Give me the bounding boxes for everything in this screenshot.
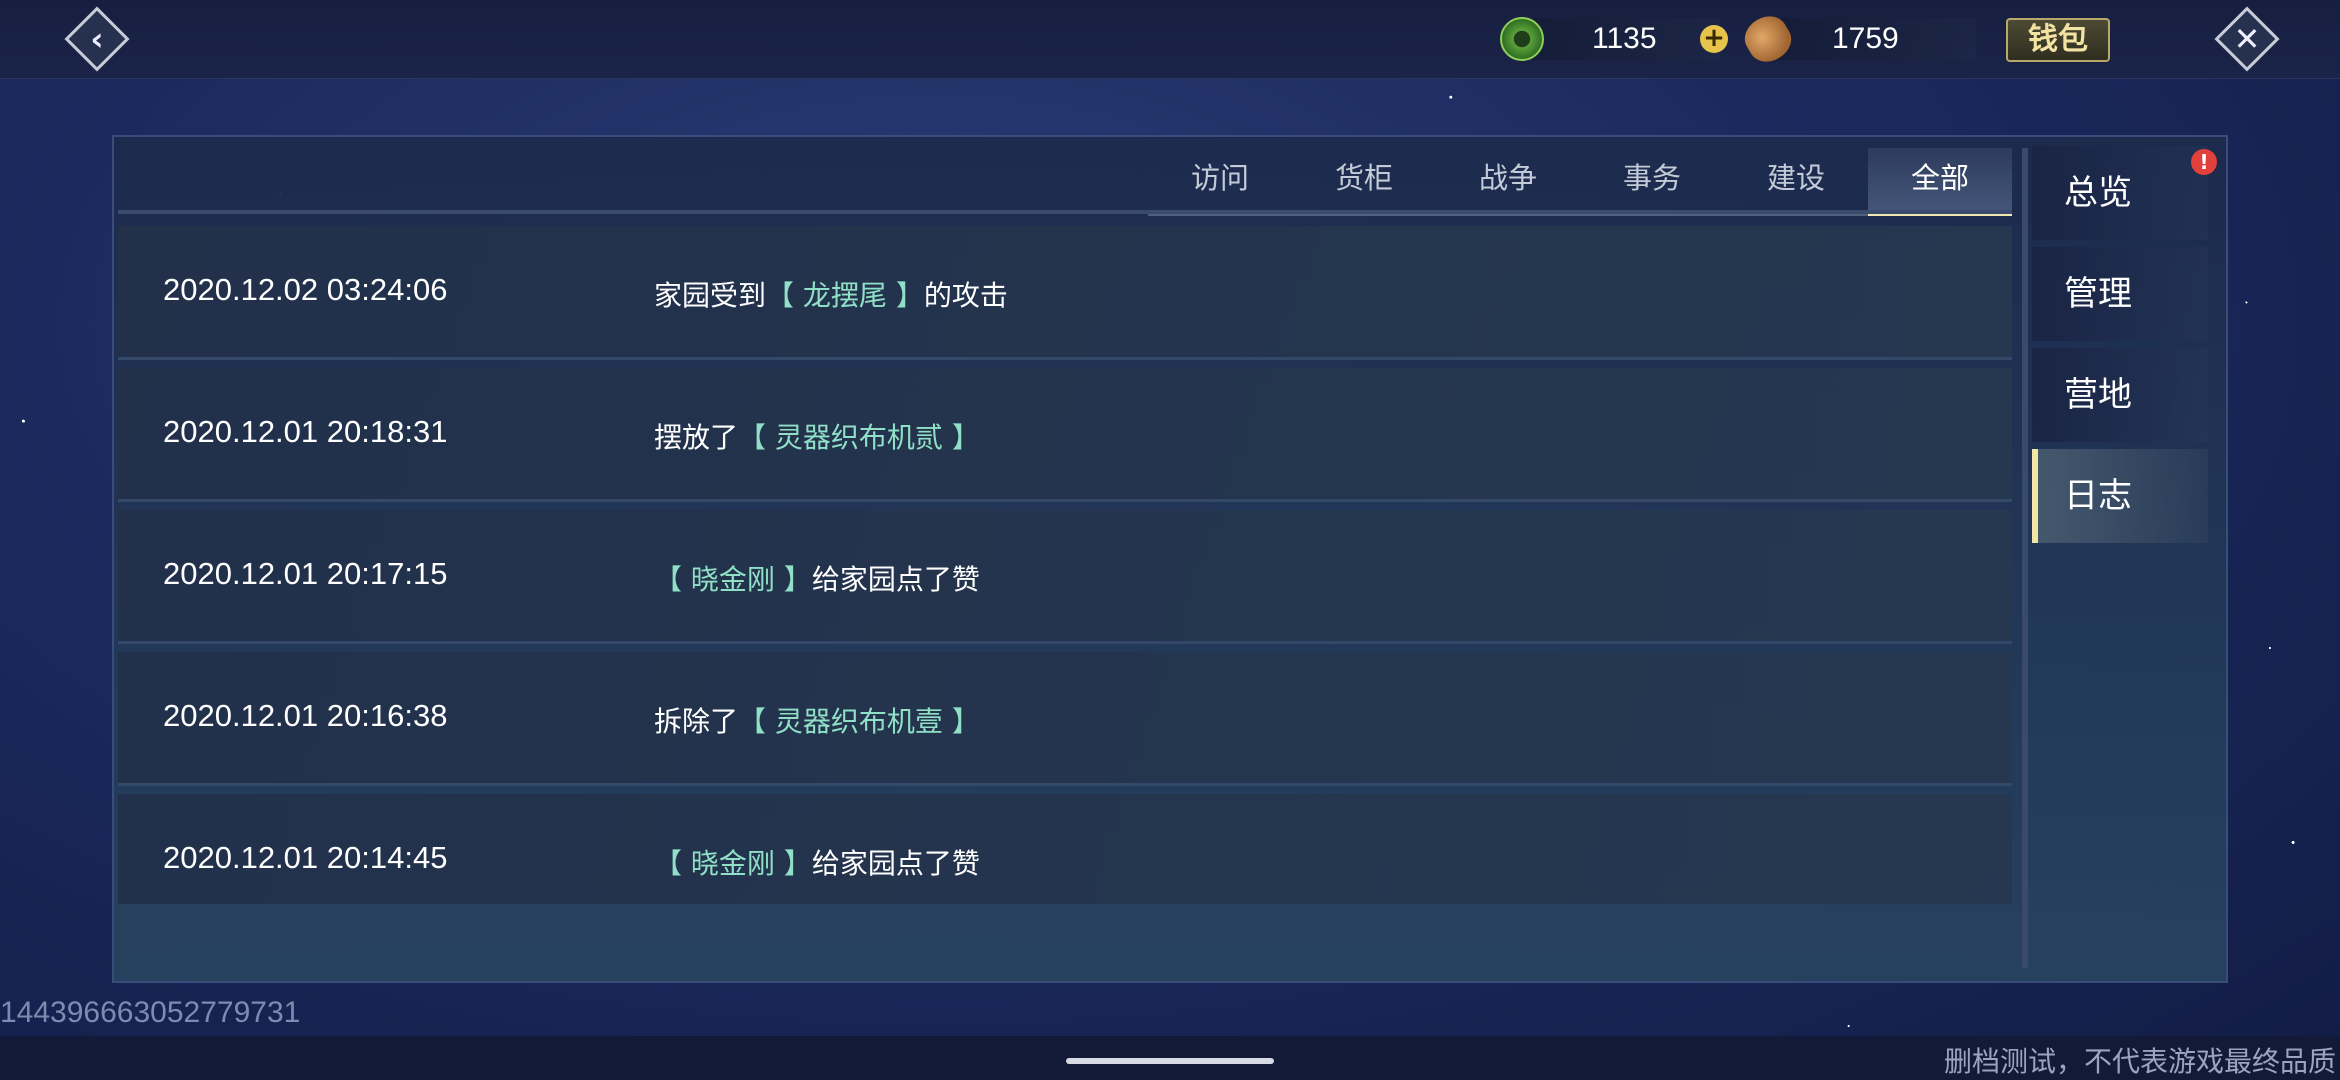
jade-currency: 1135 [1500, 16, 1720, 62]
log-message: 【 晓金刚 】给家园点了赞 [654, 842, 980, 882]
top-bar: ‹ 1135 + 1759 钱包 ✕ [0, 0, 2340, 79]
side-tab-camp[interactable]: 营地 [2032, 348, 2208, 442]
log-text: 给家园点了赞 [811, 847, 980, 880]
log-row: 2020.12.01 20:16:38 拆除了【 灵器织布机壹 】 [118, 652, 2012, 786]
log-text: 家园受到 [654, 279, 767, 312]
tab-divider [118, 210, 2012, 214]
log-highlight: 【 灵器织布机贰 】 [738, 421, 980, 454]
log-time: 2020.12.01 20:16:38 [163, 698, 448, 733]
test-watermark: 删档测试，不代表游戏最终品质 [1943, 1045, 2336, 1078]
log-highlight: 【 晓金刚 】 [654, 563, 812, 596]
log-highlight: 【 龙摆尾 】 [766, 279, 924, 312]
log-list[interactable]: 2020.12.02 03:24:06 家园受到【 龙摆尾 】的攻击 2020.… [118, 226, 2012, 904]
side-tab-log[interactable]: 日志 [2032, 449, 2208, 543]
player-uid: 14439666305277973​1 [0, 996, 301, 1029]
bread-amount: 1759 [1832, 22, 1899, 55]
back-arrow-icon: ‹ [90, 20, 104, 58]
log-message: 拆除了【 灵器织布机壹 】 [654, 700, 980, 740]
tab-visit[interactable]: 访问 [1148, 148, 1292, 216]
log-row: 2020.12.02 03:24:06 家园受到【 龙摆尾 】的攻击 [118, 226, 2012, 360]
side-tab-overview[interactable]: 总览 [2032, 146, 2208, 240]
log-time: 2020.12.01 20:18:31 [163, 414, 448, 449]
side-tabs: 总览 管理 营地 日志 [2032, 146, 2222, 550]
log-highlight: 【 灵器织布机壹 】 [738, 705, 980, 738]
tab-war[interactable]: 战争 [1436, 148, 1580, 216]
tab-all[interactable]: 全部 [1868, 148, 2012, 216]
tab-shop[interactable]: 货柜 [1292, 148, 1436, 216]
filter-tabs: 访问 货柜 战争 事务 建设 全部 [1148, 148, 2012, 216]
bread-currency: 1759 [1737, 8, 1976, 70]
close-button[interactable]: ✕ [2212, 4, 2282, 74]
log-text: 给家园点了赞 [811, 563, 980, 596]
back-button[interactable]: ‹ [62, 4, 132, 74]
log-time: 2020.12.01 20:14:45 [163, 840, 448, 875]
scrollbar[interactable] [2022, 148, 2028, 968]
log-message: 摆放了【 灵器织布机贰 】 [654, 416, 980, 456]
log-time: 2020.12.02 03:24:06 [163, 272, 448, 307]
jade-coin-icon [1500, 17, 1544, 61]
close-icon: ✕ [2233, 20, 2261, 58]
add-currency-icon[interactable]: + [1700, 25, 1728, 53]
log-text: 摆放了 [654, 421, 739, 454]
side-tab-manage[interactable]: 管理 [2032, 247, 2208, 341]
log-message: 【 晓金刚 】给家园点了赞 [654, 558, 980, 598]
wallet-button[interactable]: 钱包 [2006, 18, 2110, 62]
log-message: 家园受到【 龙摆尾 】的攻击 [654, 274, 1008, 314]
log-row: 2020.12.01 20:14:45 【 晓金刚 】给家园点了赞 [118, 794, 2012, 904]
tab-affairs[interactable]: 事务 [1580, 148, 1724, 216]
alert-icon: ! [2191, 149, 2217, 175]
log-row: 2020.12.01 20:18:31 摆放了【 灵器织布机贰 】 [118, 368, 2012, 502]
log-time: 2020.12.01 20:17:15 [163, 556, 448, 591]
log-text: 的攻击 [923, 279, 1008, 312]
jade-amount: 1135 [1592, 22, 1657, 55]
log-highlight: 【 晓金刚 】 [654, 847, 812, 880]
tab-build[interactable]: 建设 [1724, 148, 1868, 216]
log-row: 2020.12.01 20:17:15 【 晓金刚 】给家园点了赞 [118, 510, 2012, 644]
home-indicator[interactable] [1066, 1058, 1274, 1064]
log-text: 拆除了 [654, 705, 739, 738]
